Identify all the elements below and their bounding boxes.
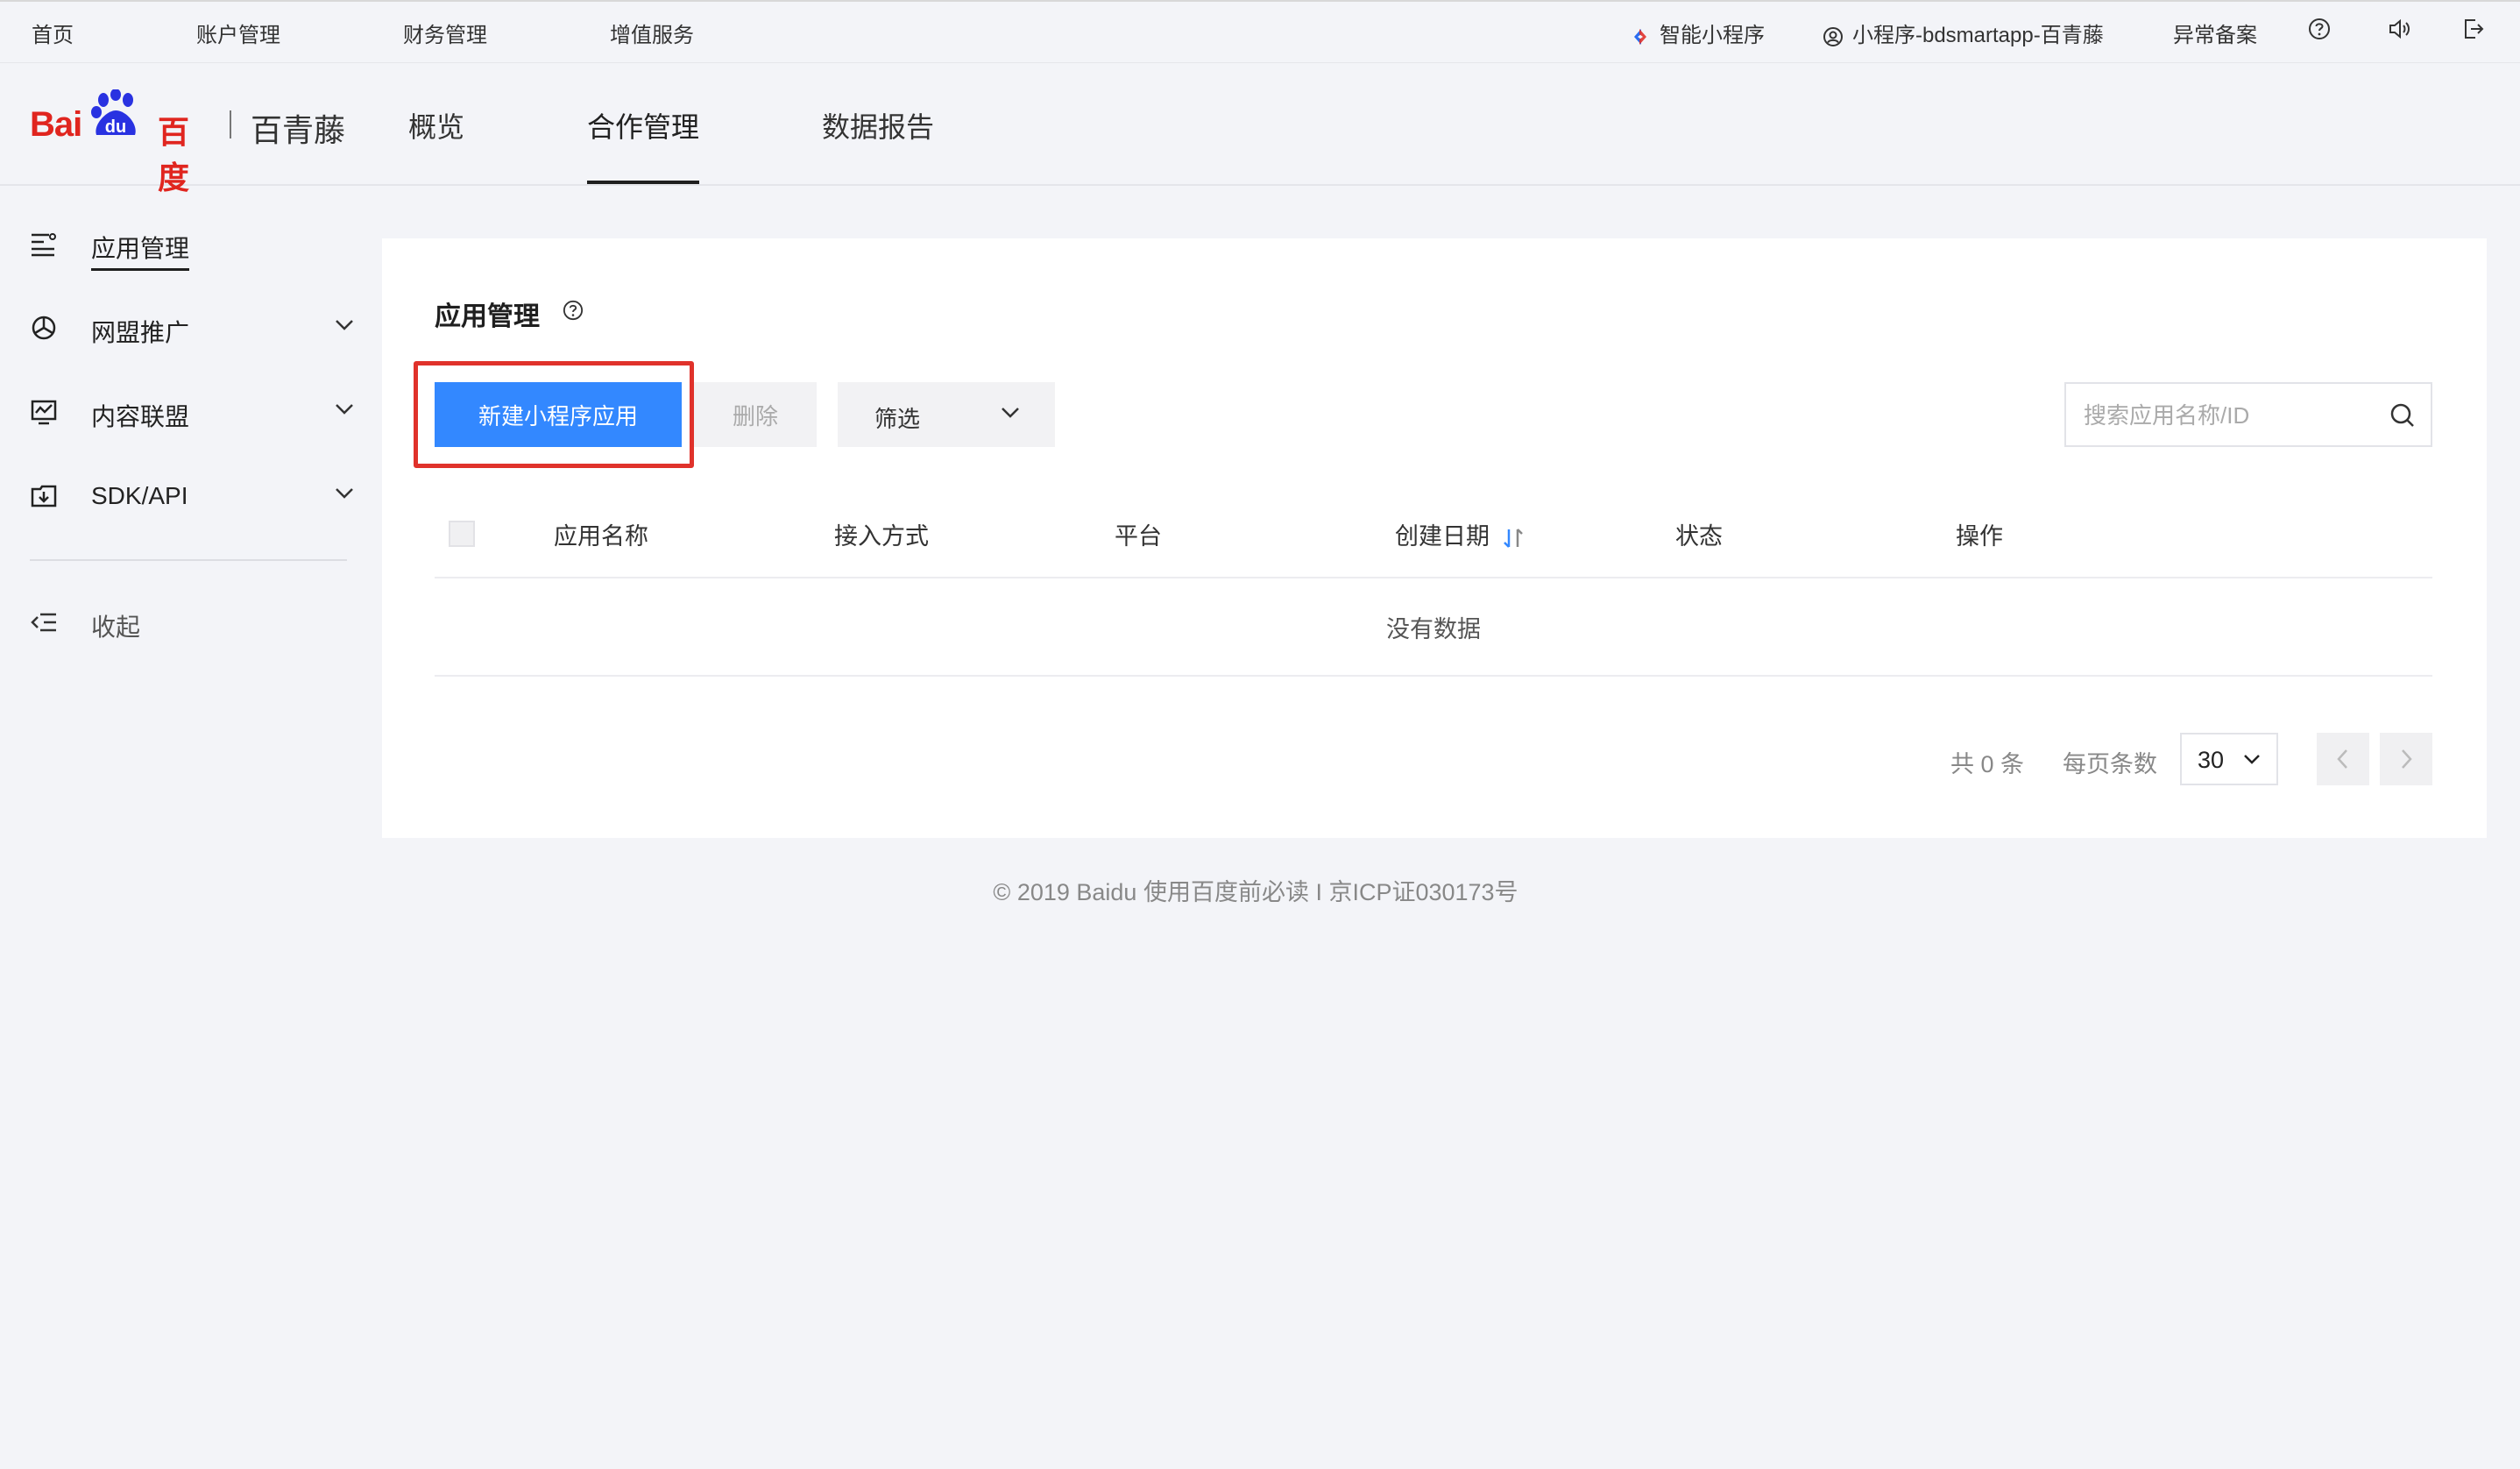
monitor-chart-icon	[31, 400, 57, 425]
column-access-mode: 接入方式	[834, 523, 929, 550]
collapse-label: 收起	[91, 614, 141, 641]
new-mini-program-button[interactable]: 新建小程序应用	[435, 382, 682, 447]
tab-data-report[interactable]: 数据报告	[822, 105, 934, 145]
delete-button[interactable]: 删除	[694, 382, 817, 447]
column-created-date[interactable]: 创建日期	[1395, 517, 1525, 551]
tab-overview[interactable]: 概览	[408, 105, 464, 145]
smart-program-link[interactable]: 智能小程序	[1630, 18, 1765, 48]
sidebar-item-label: 网盟推广	[91, 319, 190, 346]
account-label: 小程序-bdsmartapp-百青藤	[1852, 24, 2104, 47]
chevron-left-icon	[2337, 749, 2347, 769]
logo-du: du	[105, 117, 126, 137]
user-icon	[1823, 26, 1843, 46]
sort-icon[interactable]	[1502, 526, 1525, 550]
filter-label: 筛选	[874, 406, 921, 432]
search-box	[2064, 382, 2432, 447]
sidebar-item-label: SDK/API	[91, 482, 188, 509]
table-header: 应用名称 接入方式 平台 创建日期 状态 操作	[435, 498, 2432, 578]
header: Bai du 百度 百青藤 概览 合作管理 数据报告	[0, 63, 2520, 195]
sidebar-item-sdk-api[interactable]: SDK/API	[30, 475, 354, 519]
sidebar-item-network-promo[interactable]: 网盟推广	[30, 307, 354, 351]
sidebar-item-app-management[interactable]: 应用管理	[30, 223, 354, 271]
chevron-down-icon	[336, 488, 353, 499]
chevron-right-icon	[2402, 749, 2412, 769]
column-app-name: 应用名称	[554, 523, 648, 550]
product-name: 百青藤	[251, 112, 346, 148]
collapse-icon	[31, 613, 56, 632]
smart-program-label: 智能小程序	[1660, 24, 1765, 47]
sidebar: 应用管理 网盟推广 内容联盟 SDK/API 收起	[0, 186, 368, 1469]
sidebar-item-label: 应用管理	[91, 230, 190, 271]
sidebar-collapse[interactable]: 收起	[30, 601, 354, 645]
search-icon[interactable]	[2389, 401, 2417, 429]
pagination: 共 0 条 每页条数 30	[382, 733, 2487, 789]
tab-cooperation[interactable]: 合作管理	[587, 105, 699, 145]
select-all-checkbox[interactable]	[449, 521, 475, 547]
chevron-down-icon	[336, 404, 353, 415]
smart-program-icon	[1634, 28, 1646, 45]
abnormal-filing-link[interactable]: 异常备案	[2173, 18, 2257, 48]
download-box-icon	[31, 485, 57, 507]
per-page-select[interactable]: 30	[2180, 733, 2278, 785]
column-created-date-label: 创建日期	[1395, 523, 1490, 550]
top-link-home[interactable]: 首页	[32, 18, 74, 48]
chevron-down-icon	[336, 320, 353, 330]
empty-text: 没有数据	[1386, 616, 1481, 642]
chevron-down-icon	[1002, 408, 1019, 418]
help-icon	[2309, 18, 2330, 39]
sidebar-item-label: 内容联盟	[91, 403, 190, 430]
list-icon	[32, 233, 56, 257]
column-platform: 平台	[1115, 523, 1162, 550]
logo-divider	[230, 110, 231, 138]
speaker-icon	[2389, 18, 2410, 39]
network-icon	[32, 316, 56, 340]
app-management-panel: 应用管理 新建小程序应用 删除 筛选 应用名称 接入方式 平台 创建日期	[382, 238, 2487, 838]
top-bar: 首页 账户管理 财务管理 增值服务 智能小程序 小程序-bdsmartapp-百…	[0, 0, 2520, 63]
filter-select[interactable]: 筛选	[838, 382, 1055, 447]
logout-link[interactable]	[2462, 18, 2485, 46]
top-link-value-added[interactable]: 增值服务	[610, 18, 694, 48]
active-tab-indicator	[587, 181, 699, 184]
top-link-account[interactable]: 账户管理	[196, 18, 280, 48]
footer-text: © 2019 Baidu 使用百度前必读 I 京ICP证030173号	[993, 879, 1518, 905]
sidebar-divider	[30, 559, 347, 561]
table-empty-row: 没有数据	[435, 578, 2432, 677]
next-page-button[interactable]	[2380, 733, 2432, 785]
logout-icon	[2465, 19, 2484, 39]
help-link[interactable]	[2308, 18, 2331, 46]
account-link[interactable]: 小程序-bdsmartapp-百青藤	[1823, 18, 2104, 48]
logo-baidu: 百度	[158, 114, 190, 195]
help-icon[interactable]	[563, 300, 584, 321]
baidu-paw-icon: du	[91, 89, 136, 137]
footer: © 2019 Baidu 使用百度前必读 I 京ICP证030173号	[0, 873, 2520, 907]
top-link-finance[interactable]: 财务管理	[403, 18, 487, 48]
chevron-down-icon	[2244, 755, 2260, 764]
search-input[interactable]	[2084, 400, 2382, 431]
sidebar-item-content-alliance[interactable]: 内容联盟	[30, 391, 354, 435]
column-status: 状态	[1675, 523, 1723, 550]
page-title: 应用管理	[435, 302, 540, 331]
prev-page-button[interactable]	[2317, 733, 2369, 785]
column-actions: 操作	[1956, 523, 2003, 550]
sound-link[interactable]	[2387, 18, 2411, 46]
per-page-value: 30	[2198, 747, 2225, 773]
total-count: 共 0 条	[1950, 751, 2025, 777]
logo-bai: Bai	[30, 105, 82, 144]
per-page-label: 每页条数	[2063, 751, 2157, 777]
